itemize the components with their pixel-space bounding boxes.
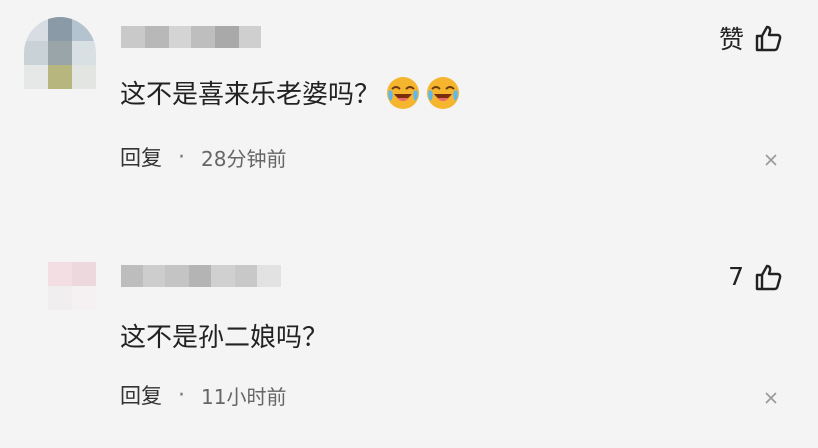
comment-item: 赞 这不是喜来乐老婆吗？ 回复 · 28分钟前 bbox=[0, 0, 818, 200]
close-icon[interactable] bbox=[764, 153, 778, 167]
comment-meta: 回复 · 28分钟前 bbox=[120, 142, 286, 172]
like-count: 7 bbox=[728, 262, 744, 291]
meta-separator: · bbox=[178, 382, 185, 408]
reply-button[interactable]: 回复 bbox=[120, 380, 162, 410]
like-area[interactable]: 7 bbox=[728, 262, 782, 291]
avatar[interactable] bbox=[24, 17, 96, 89]
comment-time: 11小时前 bbox=[201, 384, 287, 409]
laughing-crying-emoji-icon bbox=[426, 76, 460, 110]
laughing-crying-emoji-icon bbox=[386, 76, 420, 110]
username-blurred[interactable] bbox=[121, 26, 261, 48]
thumbs-up-icon[interactable] bbox=[754, 24, 782, 52]
comment-text: 这不是喜来乐老婆吗？ bbox=[120, 80, 381, 110]
comment-time: 28分钟前 bbox=[201, 146, 287, 171]
avatar[interactable] bbox=[40, 262, 112, 334]
like-area[interactable]: 赞 bbox=[719, 20, 782, 56]
comment-text-row: 这不是孙二娘吗？ bbox=[120, 317, 328, 354]
comment-text: 这不是孙二娘吗？ bbox=[120, 323, 329, 353]
comment-item: 7 这不是孙二娘吗？ 回复 · 11小时前 bbox=[0, 250, 818, 448]
comment-text-row: 这不是喜来乐老婆吗？ bbox=[120, 74, 460, 111]
username-blurred[interactable] bbox=[121, 265, 281, 287]
meta-separator: · bbox=[178, 144, 185, 170]
close-icon[interactable] bbox=[764, 391, 778, 405]
reply-button[interactable]: 回复 bbox=[120, 142, 162, 172]
comment-meta: 回复 · 11小时前 bbox=[120, 380, 286, 410]
thumbs-up-icon[interactable] bbox=[754, 263, 782, 291]
like-label: 赞 bbox=[718, 25, 744, 54]
